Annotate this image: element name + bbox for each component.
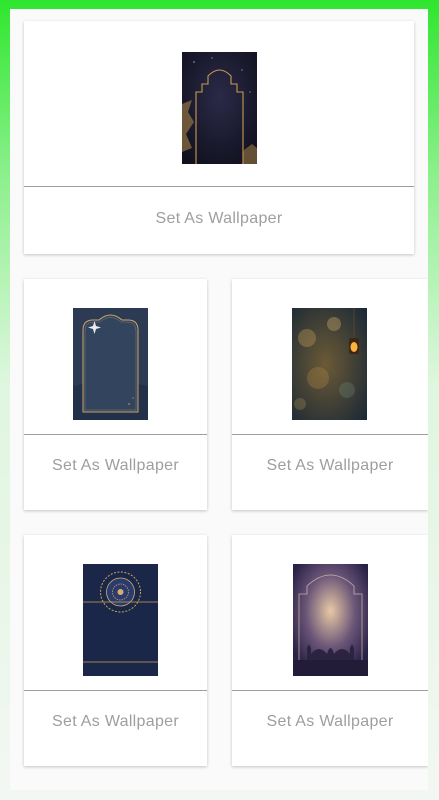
divider [232, 690, 428, 691]
wallpaper-thumbnail[interactable] [73, 308, 148, 420]
divider [24, 186, 414, 187]
divider [24, 690, 207, 691]
wallpaper-thumbnail[interactable] [182, 52, 257, 164]
set-as-wallpaper-button[interactable]: Set As Wallpaper [24, 210, 414, 228]
wallpaper-card: Set As Wallpaper [24, 535, 207, 766]
set-as-wallpaper-button[interactable]: Set As Wallpaper [24, 457, 207, 475]
divider [24, 434, 207, 435]
mandala-navy-image [83, 564, 158, 676]
set-as-wallpaper-button[interactable]: Set As Wallpaper [232, 457, 428, 475]
wallpaper-card: Set As Wallpaper [24, 21, 414, 254]
wallpaper-thumbnail[interactable] [293, 564, 368, 676]
divider [232, 434, 428, 435]
golden-arch-frame-image [182, 52, 257, 164]
wallpaper-card: Set As Wallpaper [232, 535, 428, 766]
set-as-wallpaper-button[interactable]: Set As Wallpaper [24, 713, 207, 731]
wallpaper-thumbnail[interactable] [292, 308, 367, 420]
wallpaper-card: Set As Wallpaper [24, 279, 207, 510]
wallpaper-card: Set As Wallpaper [232, 279, 428, 510]
set-as-wallpaper-button[interactable]: Set As Wallpaper [232, 713, 428, 731]
mosque-silhouette-image [293, 564, 368, 676]
wallpaper-thumbnail[interactable] [83, 564, 158, 676]
bokeh-lantern-image [292, 308, 367, 420]
navy-ornate-frame-image [73, 308, 148, 420]
wallpaper-list[interactable]: Set As Wallpaper Set As Wallpaper Set As… [10, 9, 428, 790]
